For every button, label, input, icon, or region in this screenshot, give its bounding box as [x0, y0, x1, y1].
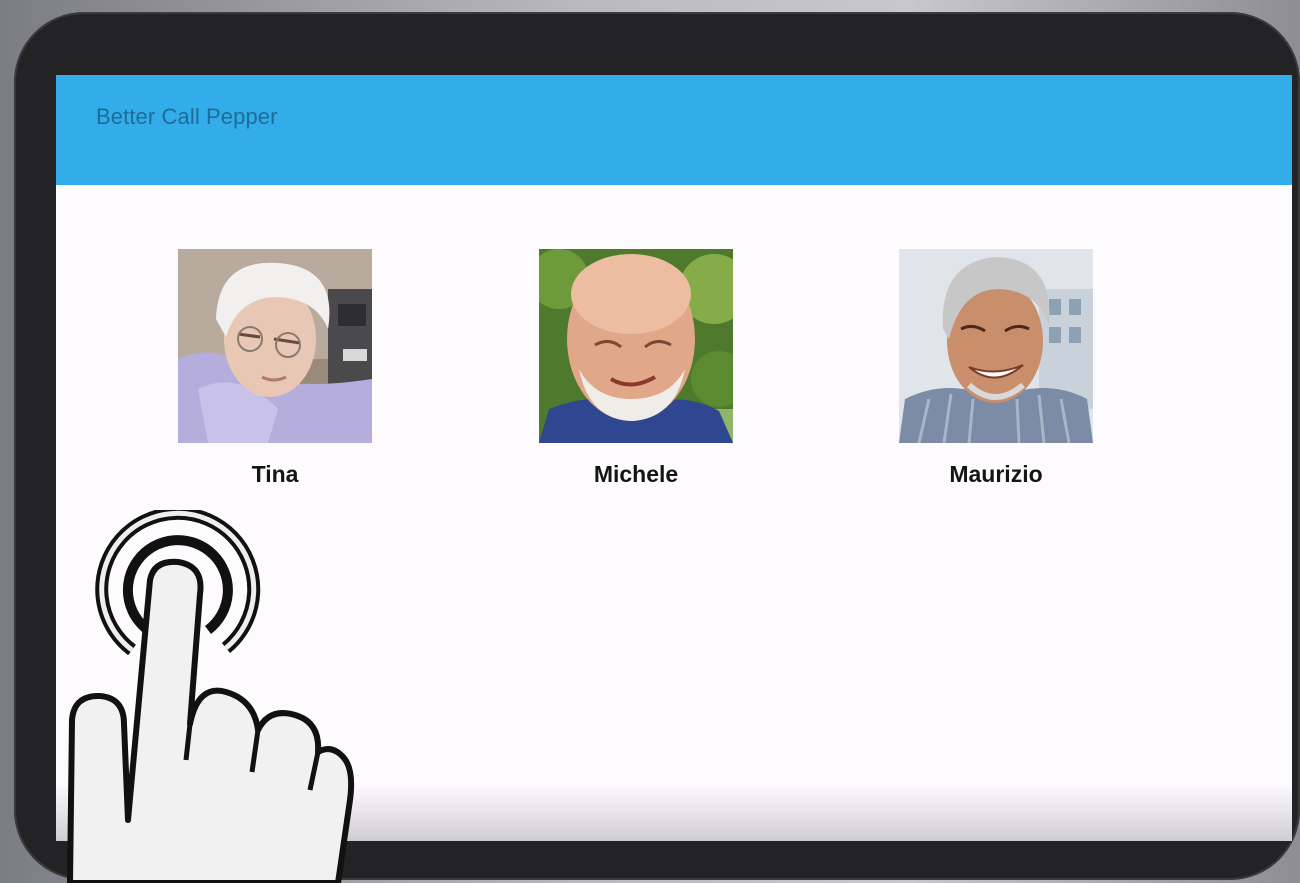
contact-card-michele[interactable]: Michele [539, 249, 733, 488]
grey-haired-smiling-man-photo[interactable] [899, 249, 1093, 443]
contact-name: Michele [593, 461, 679, 487]
tap-gesture-icon [67, 510, 355, 883]
app-bar: Better Call Pepper [56, 75, 1292, 185]
elderly-woman-photo[interactable] [178, 249, 372, 443]
bald-bearded-man-photo[interactable] [539, 249, 733, 443]
contact-name: Tina [251, 461, 299, 487]
contact-card-tina[interactable]: Tina [178, 249, 372, 488]
contact-card-maurizio[interactable]: Maurizio [899, 249, 1093, 488]
app-title: Better Call Pepper [96, 104, 278, 129]
contact-name: Maurizio [949, 461, 1043, 487]
